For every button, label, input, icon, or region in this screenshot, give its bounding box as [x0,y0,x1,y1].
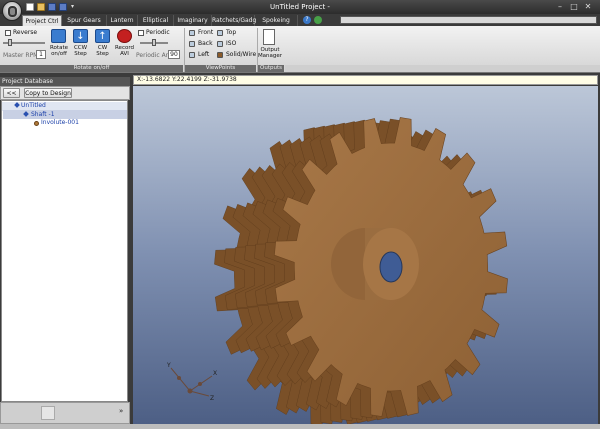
reverse-checkbox[interactable] [5,30,11,36]
front-view-icon[interactable] [189,30,195,36]
tab-elliptical[interactable]: Elliptical [138,15,174,26]
rotate-button-label[interactable]: Rotate on/off [47,45,71,57]
tab-lantern[interactable]: Lantern [107,15,138,26]
tree-item-involute[interactable]: Involute-001 [41,119,79,127]
group-label-outputs: Outputs [258,65,284,72]
close-button[interactable]: ✕ [583,2,593,11]
project-tree [1,100,128,402]
cw-step-icon[interactable]: ↑ [95,29,110,43]
axis-y-label: Y [166,362,171,369]
info-icon[interactable] [314,16,322,24]
left-view-icon[interactable] [189,52,195,58]
group-label-rotate: Rotate on/off [0,65,183,72]
axis-z-label: Z [210,395,214,402]
view-back[interactable]: Back [198,40,213,47]
tab-spokeing-panel[interactable]: Spokeing Panel [255,15,298,35]
quick-access-dropdown-icon[interactable]: ▾ [71,3,74,10]
shaft-hole [379,251,403,283]
new-file-icon[interactable] [26,3,34,11]
status-bar [0,424,600,429]
periodic-slider-thumb[interactable] [152,39,156,46]
coordinate-readout: X:-13.6822 Y:22.4199 Z:-31.9738 [133,75,598,85]
app-orb-icon[interactable] [2,1,22,21]
ccw-step-icon[interactable]: ↓ [73,29,88,43]
back-button[interactable]: << [3,88,20,98]
project-database-footer [0,402,130,424]
master-rpm-label: Master RPM [3,52,39,59]
periodic-checkbox[interactable] [138,30,144,36]
tab-imaginary[interactable]: Imaginary [174,15,212,26]
periodic-ang-input[interactable]: 90 [168,50,180,59]
save-as-icon[interactable] [59,3,67,11]
ccw-step-label[interactable]: CCW Step [70,45,91,57]
view-iso[interactable]: ISO [226,40,236,47]
output-manager-label[interactable]: Output Manager [257,47,283,59]
gear-icon [34,121,39,126]
tab-spur-gears[interactable]: Spur Gears [62,15,107,26]
window-title: UnTitled Project - [270,3,330,11]
panel-scroll-arrow[interactable]: » [119,407,123,415]
minimize-button[interactable]: – [555,2,565,11]
view-top[interactable]: Top [226,29,236,36]
back-view-icon[interactable] [189,41,195,47]
record-avi-label[interactable]: Record AVI [113,45,136,57]
master-rpm-slider-thumb[interactable] [8,39,12,46]
record-icon[interactable] [117,29,132,43]
solid-wire-icon[interactable] [217,52,223,58]
project-database-header: Project Database [0,77,130,86]
save-icon[interactable] [48,3,56,11]
view-solid-wire[interactable]: Solid/Wire [226,51,256,58]
maximize-button[interactable]: □ [569,2,579,11]
open-folder-icon[interactable] [37,3,45,11]
tree-item-shaft[interactable]: Shaft -1 [31,111,55,119]
reverse-label: Reverse [13,29,38,36]
ribbon-empty-area [285,65,600,72]
tree-item-untitled[interactable]: UnTitled [21,102,46,110]
tab-ratchets[interactable]: Ratchets/Gadg [212,15,256,26]
periodic-label: Periodic [146,29,170,36]
tree-row-selected [3,110,127,119]
top-view-icon[interactable] [217,30,223,36]
cw-step-label[interactable]: CW Step [92,45,113,57]
master-rpm-input[interactable]: 1 [36,50,46,59]
group-label-viewpoints: ViewPoints [185,65,256,72]
output-manager-icon[interactable] [263,29,275,45]
help-icon[interactable]: ? [303,16,311,24]
view-front[interactable]: Front [198,29,213,36]
3d-viewport[interactable]: Y X Z [133,86,598,424]
axis-x-label: X [213,370,217,377]
scroll-thumb[interactable] [41,406,55,420]
gear-render: Y X Z [166,117,508,424]
axis-triad [170,367,213,397]
rotate-icon[interactable] [51,29,66,43]
copy-to-design-button[interactable]: Copy to Design [24,88,72,98]
ribbon-search-field[interactable] [340,16,597,24]
view-left[interactable]: Left [198,51,209,58]
iso-view-icon[interactable] [217,41,223,47]
